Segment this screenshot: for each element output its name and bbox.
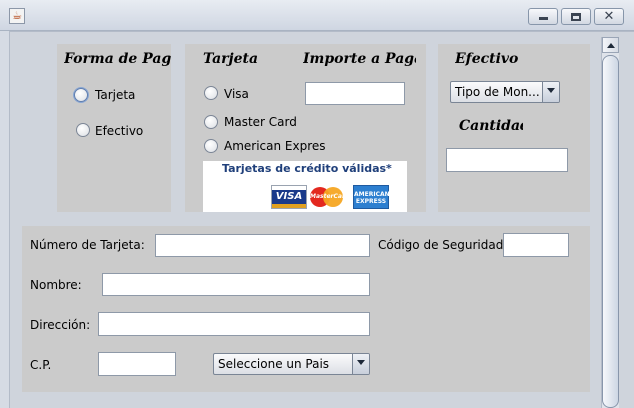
radio-tarjeta[interactable]: [74, 88, 88, 102]
title-bar[interactable]: ☕ ✕: [0, 0, 634, 31]
minimize-button[interactable]: [528, 8, 558, 25]
vertical-scrollbar[interactable]: [601, 37, 619, 408]
radio-amex[interactable]: [204, 139, 218, 153]
chevron-down-icon[interactable]: [352, 354, 369, 374]
radio-mastercard-label[interactable]: Master Card: [224, 115, 297, 129]
numero-tarjeta-input[interactable]: [155, 234, 370, 257]
moneda-combo[interactable]: Tipo de Mon...: [450, 81, 560, 103]
efectivo-header: Efectivo: [455, 51, 519, 67]
minimize-icon: [539, 17, 548, 20]
maximize-icon: [571, 13, 581, 21]
close-icon: ✕: [603, 9, 615, 24]
cantidad-input[interactable]: [446, 148, 568, 172]
codigo-seguridad-input[interactable]: [503, 233, 569, 257]
importe-header: Importe a Pagar: [303, 51, 416, 67]
accepted-cards-title: Tarjetas de crédito válidas*: [222, 162, 392, 175]
pais-combo[interactable]: Seleccione un Pais: [213, 353, 370, 375]
datos-tarjeta-panel: Número de Tarjeta: Código de Seguridad N…: [22, 226, 590, 392]
pais-combo-value: Seleccione un Pais: [218, 357, 330, 371]
tarjeta-header: Tarjeta: [203, 51, 259, 67]
radio-visa-label[interactable]: Visa: [224, 87, 249, 101]
forma-pago-header: Forma de Pago: [64, 51, 171, 67]
radio-tarjeta-label[interactable]: Tarjeta: [95, 88, 135, 102]
cp-input[interactable]: [98, 352, 176, 376]
cantidad-label: Cantidad: [459, 118, 523, 134]
scroll-thumb[interactable]: [602, 55, 619, 408]
java-icon: ☕: [9, 8, 25, 24]
chevron-down-icon[interactable]: [542, 82, 559, 102]
mastercard-logo-icon: MasterCard: [310, 185, 349, 209]
radio-efectivo[interactable]: [76, 123, 90, 137]
maximize-button[interactable]: [561, 8, 591, 25]
radio-visa[interactable]: [204, 86, 218, 100]
direccion-input[interactable]: [98, 312, 370, 336]
numero-tarjeta-label: Número de Tarjeta:: [30, 238, 145, 252]
scroll-up-icon[interactable]: [602, 37, 619, 53]
visa-logo-icon: VISA: [271, 185, 307, 209]
nombre-label: Nombre:: [30, 278, 82, 292]
accepted-cards-image: Tarjetas de crédito válidas* VISA Master…: [203, 161, 407, 212]
importe-input[interactable]: [305, 82, 405, 105]
amex-logo-icon: AMERICAN EXPRESS: [353, 185, 390, 209]
forma-pago-panel: Forma de Pago Tarjeta Efectivo: [57, 44, 171, 212]
moneda-combo-value: Tipo de Mon...: [455, 85, 540, 99]
close-button[interactable]: ✕: [594, 8, 624, 25]
radio-mastercard[interactable]: [204, 115, 218, 129]
codigo-seguridad-label: Código de Seguridad: [378, 238, 504, 252]
cp-label: C.P.: [30, 358, 52, 372]
radio-efectivo-label[interactable]: Efectivo: [95, 124, 143, 138]
radio-amex-label[interactable]: American Expres: [224, 139, 326, 153]
efectivo-panel: Efectivo Tipo de Mon... Cantidad: [438, 44, 590, 212]
direccion-label: Dirección:: [30, 318, 91, 332]
nombre-input[interactable]: [102, 273, 370, 296]
